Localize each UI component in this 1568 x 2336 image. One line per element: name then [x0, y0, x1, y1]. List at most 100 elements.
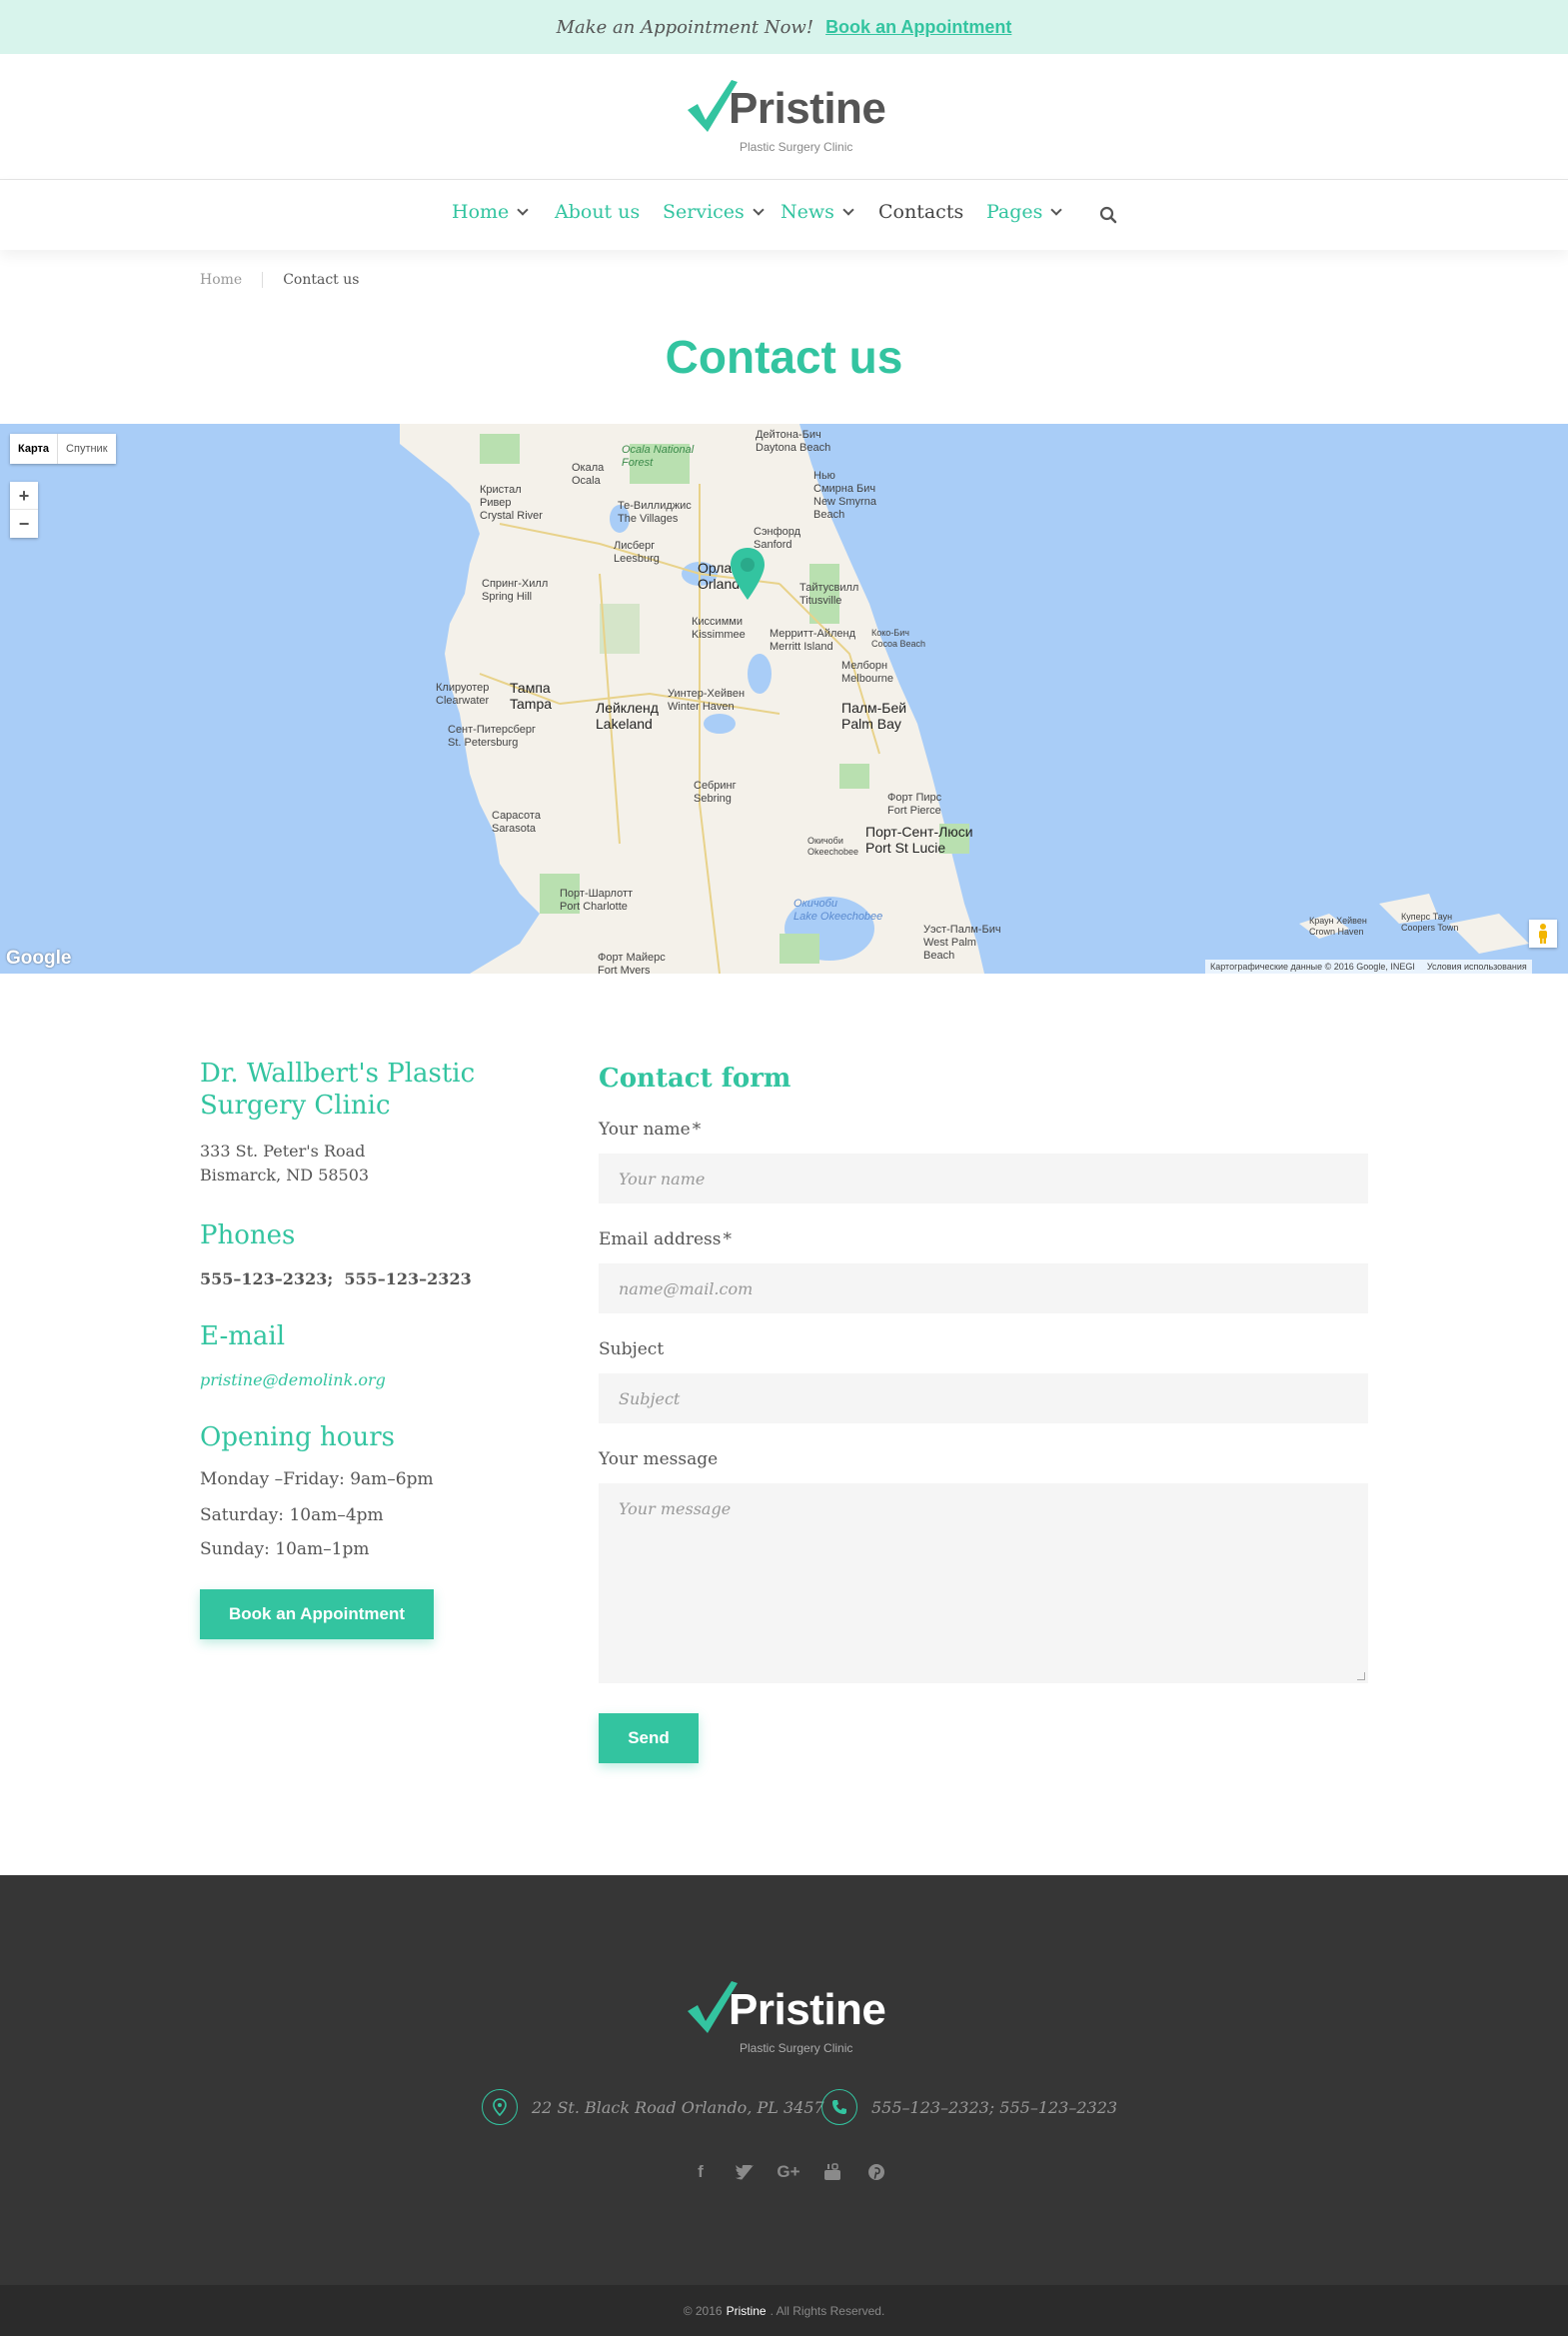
nav-item-contacts[interactable]: Contacts [878, 201, 963, 223]
phone-link[interactable]: 555–123–2323 [344, 1269, 471, 1288]
name-label-text: Your name [599, 1120, 691, 1140]
email-placeholder: name@mail.com [619, 1278, 754, 1298]
book-appointment-link[interactable]: Book an Appointment [825, 17, 1011, 38]
book-appointment-button[interactable]: Book an Appointment [200, 1589, 434, 1639]
phones-heading: Phones [200, 1220, 296, 1250]
map-label: Уэст-Палм-Бич West Palm Beach [923, 924, 1001, 962]
google-logo[interactable]: Google [6, 948, 71, 970]
footer-phones-text[interactable]: 555–123–2323; 555–123–2323 [871, 2098, 1117, 2117]
phone-icon [821, 2089, 857, 2125]
email-link[interactable]: pristine@demolink.org [200, 1370, 560, 1389]
map-label: Спринг-Хилл Spring Hill [482, 578, 549, 603]
subject-placeholder: Subject [619, 1388, 681, 1408]
map-label: Клируотер Clearwater [436, 682, 490, 707]
map-label: Себринг Sebring [694, 780, 737, 805]
clinic-address: 333 St. Peter's Road Bismarck, ND 58503 [200, 1140, 560, 1187]
map-label: Коко-Бич Cocoa Beach [871, 628, 926, 649]
google-plus-icon[interactable]: G+ [777, 2161, 799, 2183]
street-view-pegman-icon[interactable] [1529, 920, 1557, 948]
breadcrumb-current: Contact us [283, 272, 360, 288]
nav-item-pages[interactable]: Pages [986, 201, 1063, 223]
main-navigation: Home About us Services News Contacts Pag… [0, 180, 1568, 250]
brand-logo[interactable]: Pristine Plastic Surgery Clinic [684, 74, 893, 154]
nav-item-label: Pages [986, 201, 1043, 223]
zoom-in-button[interactable]: + [10, 482, 38, 510]
map-label: Сарасота Sarasota [492, 810, 541, 835]
chevron-down-icon [753, 203, 765, 216]
email-input[interactable]: name@mail.com [599, 1263, 1368, 1313]
map-label: Лисберг Leesburg [614, 540, 660, 565]
site-header: Pristine Plastic Surgery Clinic [0, 54, 1568, 180]
chevron-down-icon [1050, 203, 1063, 216]
person-icon [1539, 924, 1547, 944]
brand-name: Pristine [729, 1985, 886, 2034]
map-label: Окичоби Lake Okeechobee [793, 898, 883, 923]
map-label: Кристал Ривер Crystal River [480, 484, 543, 522]
address-line: Bismarck, ND 58503 [200, 1166, 370, 1184]
phone-link[interactable]: 555–123–2323 [200, 1269, 327, 1288]
name-label: Your name * [599, 1120, 1368, 1140]
map-label: Сент-Питерсберг St. Petersburg [448, 724, 536, 749]
breadcrumb-home-link[interactable]: Home [200, 272, 264, 288]
phone-list: 555–123–2323; 555–123–2323 [200, 1269, 560, 1288]
map-land-shape [400, 424, 1529, 974]
map-copyright: Картографические данные © 2016 Google, I… [1210, 962, 1415, 972]
google-map[interactable]: Карта Спутник + − Дейтона-Бич Daytona Be… [0, 424, 1568, 974]
footer-address: 22 St. Black Road Orlando, PL 3457 [482, 2089, 824, 2125]
social-links: f G+ [690, 2161, 887, 2183]
facebook-icon[interactable]: f [690, 2161, 712, 2183]
nav-item-about[interactable]: About us [555, 201, 640, 223]
pinterest-icon[interactable] [865, 2161, 887, 2183]
message-textarea[interactable]: Your message [599, 1483, 1368, 1683]
footer-brand-logo[interactable]: Pristine Plastic Surgery Clinic [684, 1975, 893, 2055]
name-placeholder: Your name [619, 1168, 706, 1188]
location-pin-icon [482, 2089, 518, 2125]
email-label-text: Email address [599, 1229, 722, 1249]
breadcrumb: Home Contact us [200, 272, 359, 288]
clinic-name: Dr. Wallbert's Plastic Surgery Clinic [200, 1059, 476, 1121]
search-icon[interactable] [1099, 206, 1117, 224]
resize-handle-icon[interactable] [1357, 1672, 1365, 1680]
required-marker: * [723, 1229, 732, 1249]
map-type-satellite-button[interactable]: Спутник [58, 434, 115, 464]
opening-hours: Monday –Friday: 9am–6pm Saturday: 10am–4… [200, 1469, 560, 1559]
nav-item-news[interactable]: News [781, 201, 854, 223]
brand-tagline: Plastic Surgery Clinic [740, 140, 853, 154]
email-label: Email address * [599, 1229, 1368, 1249]
map-label: Киссимми Kissimmee [692, 616, 746, 641]
subject-input[interactable]: Subject [599, 1373, 1368, 1423]
announcement-text: Make an Appointment Now! [556, 16, 814, 38]
map-label: Тайтусвилл Titusville [799, 582, 859, 607]
nav-item-services[interactable]: Services [663, 201, 765, 223]
copyright-bar: © 2016 Pristine. All Rights Reserved. [0, 2285, 1568, 2336]
map-type-map-button[interactable]: Карта [10, 434, 59, 464]
youtube-icon[interactable] [821, 2161, 843, 2183]
map-label: Тампа Tampa [510, 680, 553, 712]
hours-line: Sunday: 10am–1pm [200, 1539, 370, 1559]
map-label: Порт-Шарлотт Port Charlotte [560, 888, 634, 913]
nav-item-label: Services [663, 201, 745, 223]
nav-item-home[interactable]: Home [452, 201, 529, 223]
map-label: Палм-Бей Palm Bay [841, 700, 907, 732]
zoom-out-button[interactable]: − [10, 510, 38, 538]
nav-item-label: About us [555, 201, 641, 223]
site-footer: Pristine Plastic Surgery Clinic 22 St. B… [0, 1875, 1568, 2285]
map-terms-link[interactable]: Условия использования [1427, 962, 1527, 972]
contact-form-title: Contact form [599, 1064, 791, 1094]
map-label: Дейтона-Бич Daytona Beach [756, 429, 831, 454]
clinic-info: Dr. Wallbert's Plastic Surgery Clinic 33… [200, 1058, 560, 1639]
top-announcement-bar: Make an Appointment Now! Book an Appoint… [0, 0, 1568, 54]
hours-line: Monday –Friday: 9am–6pm [200, 1469, 434, 1489]
contact-form: Contact form Your name * Your name Email … [599, 1058, 1368, 1763]
map-label: Мелборн Melbourne [841, 660, 893, 685]
name-input[interactable]: Your name [599, 1154, 1368, 1203]
send-button[interactable]: Send [599, 1713, 699, 1763]
copyright-prefix: © 2016 [683, 2303, 723, 2318]
twitter-icon[interactable] [734, 2161, 756, 2183]
chevron-down-icon [842, 203, 854, 216]
map-label: Ocala National Forest [622, 444, 695, 469]
subject-label: Subject [599, 1339, 665, 1359]
map-marker-icon[interactable] [731, 548, 765, 600]
map-label: Порт-Сент-Люси Port St Lucie [865, 824, 973, 856]
phone-separator: ; [327, 1269, 334, 1288]
